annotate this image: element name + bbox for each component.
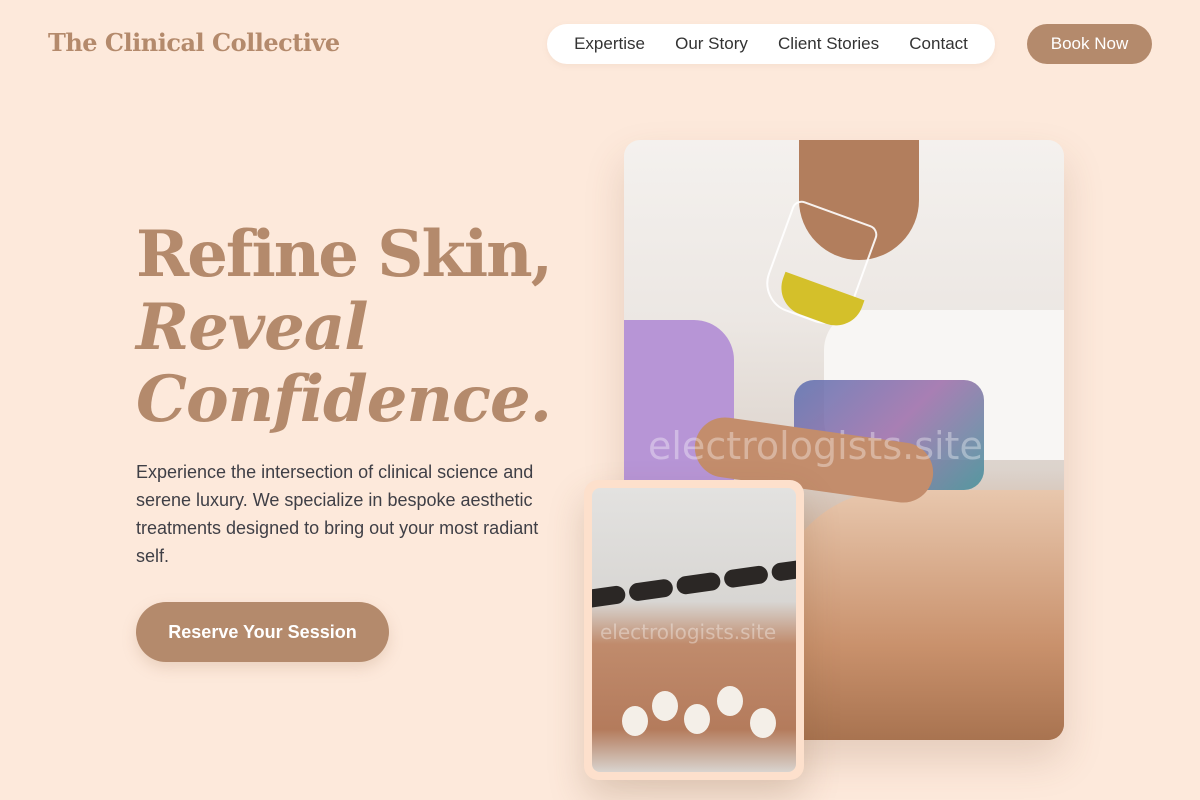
petal (750, 708, 776, 738)
nav-item-client-stories[interactable]: Client Stories (778, 34, 879, 54)
hot-stone-photo: electrologists.site (592, 488, 796, 772)
main-nav: Expertise Our Story Client Stories Conta… (547, 24, 995, 64)
hero-title: Refine Skin, Reveal Confidence. (136, 218, 596, 436)
nav-item-contact[interactable]: Contact (909, 34, 968, 54)
hero-title-line3: Confidence. (136, 362, 552, 437)
hot-stone-photo-card: electrologists.site (584, 480, 804, 780)
stone (627, 578, 674, 603)
stone (722, 564, 770, 589)
hot-stones (592, 557, 796, 630)
book-now-button[interactable]: Book Now (1027, 24, 1152, 64)
brand-logo[interactable]: The Clinical Collective (48, 28, 340, 57)
petal (622, 706, 648, 736)
stone (592, 584, 627, 609)
hero-description: Experience the intersection of clinical … (136, 462, 539, 566)
nav-item-expertise[interactable]: Expertise (574, 34, 645, 54)
petal (684, 704, 710, 734)
petal (717, 686, 743, 716)
orchid-flowers (622, 686, 792, 746)
hero-title-line2: Reveal (136, 290, 369, 365)
stone (675, 571, 722, 596)
stone (770, 558, 796, 582)
nav-item-our-story[interactable]: Our Story (675, 34, 748, 54)
petal (652, 691, 678, 721)
client-back (774, 490, 1064, 740)
reserve-session-button[interactable]: Reserve Your Session (136, 602, 389, 662)
hero-title-line1: Refine Skin, (136, 217, 553, 292)
